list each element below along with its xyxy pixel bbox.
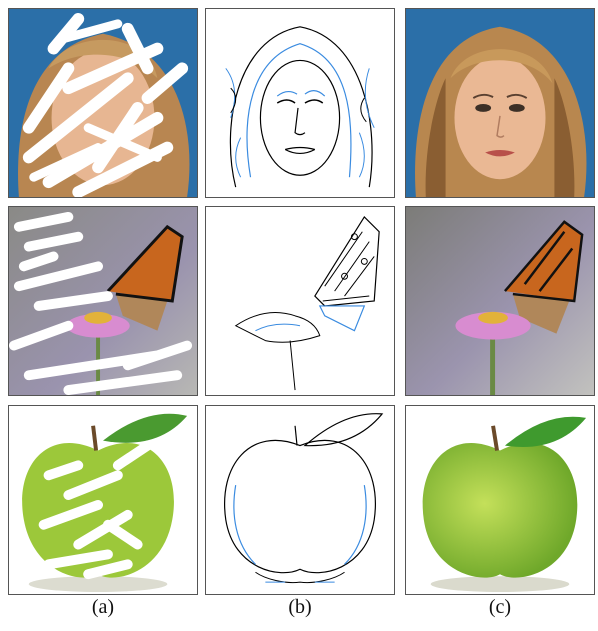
face-completed-output bbox=[405, 8, 595, 198]
caption-b: (b) bbox=[288, 596, 312, 618]
face-masked-image bbox=[9, 9, 197, 197]
face-masked-input bbox=[8, 8, 198, 198]
apple-edge-map bbox=[205, 405, 395, 595]
butterfly-edge-map bbox=[205, 206, 395, 396]
apple-masked-image bbox=[9, 406, 197, 594]
apple-masked-input bbox=[8, 405, 198, 595]
apple-output-image bbox=[406, 406, 594, 594]
butterfly-output-image bbox=[406, 207, 594, 395]
butterfly-edge-image bbox=[206, 207, 394, 395]
apple-completed-output bbox=[405, 405, 595, 595]
caption-a: (a) bbox=[91, 596, 115, 618]
face-output-image bbox=[406, 9, 594, 197]
face-edge-image bbox=[206, 9, 394, 197]
butterfly-masked-input bbox=[8, 206, 198, 396]
butterfly-completed-output bbox=[405, 206, 595, 396]
butterfly-masked-image bbox=[9, 207, 197, 395]
face-edge-map bbox=[205, 8, 395, 198]
caption-c: (c) bbox=[488, 596, 512, 618]
apple-edge-image bbox=[206, 406, 394, 594]
